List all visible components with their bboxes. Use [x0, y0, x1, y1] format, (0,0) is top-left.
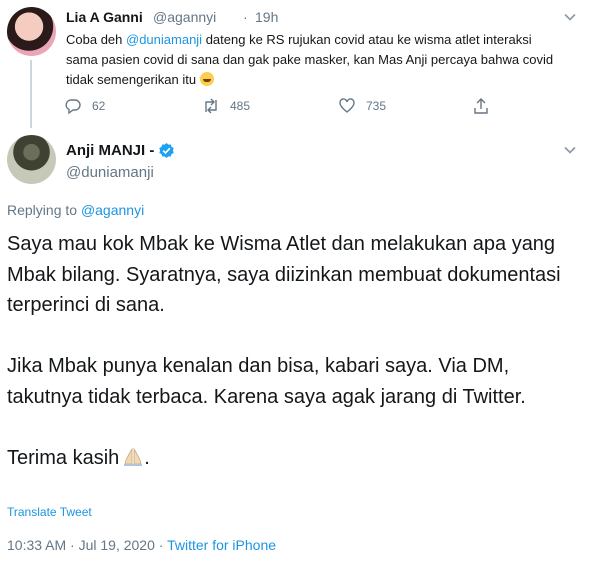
thread-line — [30, 60, 32, 128]
parent-mention-link[interactable]: @duniamanji — [126, 32, 202, 47]
chevron-down-icon[interactable] — [563, 10, 577, 24]
retweet-button[interactable]: 485 — [202, 97, 250, 115]
tweet-timestamp[interactable]: 10:33 AM · Jul 19, 2020 · — [7, 537, 167, 553]
replying-label: Replying to — [7, 202, 81, 218]
parent-separator: · — [243, 9, 248, 25]
main-display-name[interactable]: Anji MANJI - — [66, 142, 154, 159]
parent-tweet-text: Coba deh @duniamanji dateng ke RS rujuka… — [66, 30, 566, 90]
reply-count: 62 — [92, 99, 106, 113]
tweet-body: Saya mau kok Mbak ke Wisma Atlet dan mel… — [7, 229, 582, 473]
heart-icon — [339, 98, 355, 113]
share-button[interactable] — [472, 97, 490, 115]
like-count: 735 — [366, 99, 387, 113]
share-icon — [474, 98, 488, 114]
main-handle[interactable]: @duniamanji — [66, 164, 154, 181]
tweet-metadata: 10:33 AM · Jul 19, 2020 · Twitter for iP… — [7, 537, 276, 553]
avatar-lia[interactable] — [7, 7, 56, 56]
replying-to: Replying to @agannyi — [7, 202, 144, 218]
grinning-face-emoji-icon — [199, 72, 214, 86]
tweet-closing: Terima kasih . — [7, 443, 582, 474]
like-button[interactable]: 735 — [338, 97, 386, 115]
parent-display-name[interactable]: Lia A Ganni — [66, 9, 143, 25]
closing-text: Terima kasih — [7, 446, 120, 469]
retweet-count: 485 — [230, 99, 251, 113]
tweet-paragraph: Jika Mbak punya kenalan dan bisa, kabari… — [7, 355, 526, 408]
parent-text-start: Coba deh — [66, 32, 126, 47]
replying-to-link[interactable]: @agannyi — [81, 202, 144, 218]
folded-hands-emoji-icon — [124, 447, 143, 466]
tweet-source-link[interactable]: Twitter for iPhone — [167, 537, 276, 553]
reply-icon — [65, 99, 81, 115]
parent-time[interactable]: 19h — [255, 9, 278, 25]
parent-handle[interactable]: @agannyi — [153, 9, 216, 25]
tweet-paragraph: Saya mau kok Mbak ke Wisma Atlet dan mel… — [7, 233, 561, 316]
avatar-anji[interactable] — [7, 135, 56, 184]
translate-tweet-link[interactable]: Translate Tweet — [7, 505, 92, 519]
reply-button[interactable]: 62 — [64, 97, 105, 115]
retweet-icon — [205, 98, 217, 114]
verified-badge-icon — [159, 142, 174, 159]
closing-end: . — [144, 446, 150, 469]
chevron-down-icon[interactable] — [563, 143, 577, 157]
